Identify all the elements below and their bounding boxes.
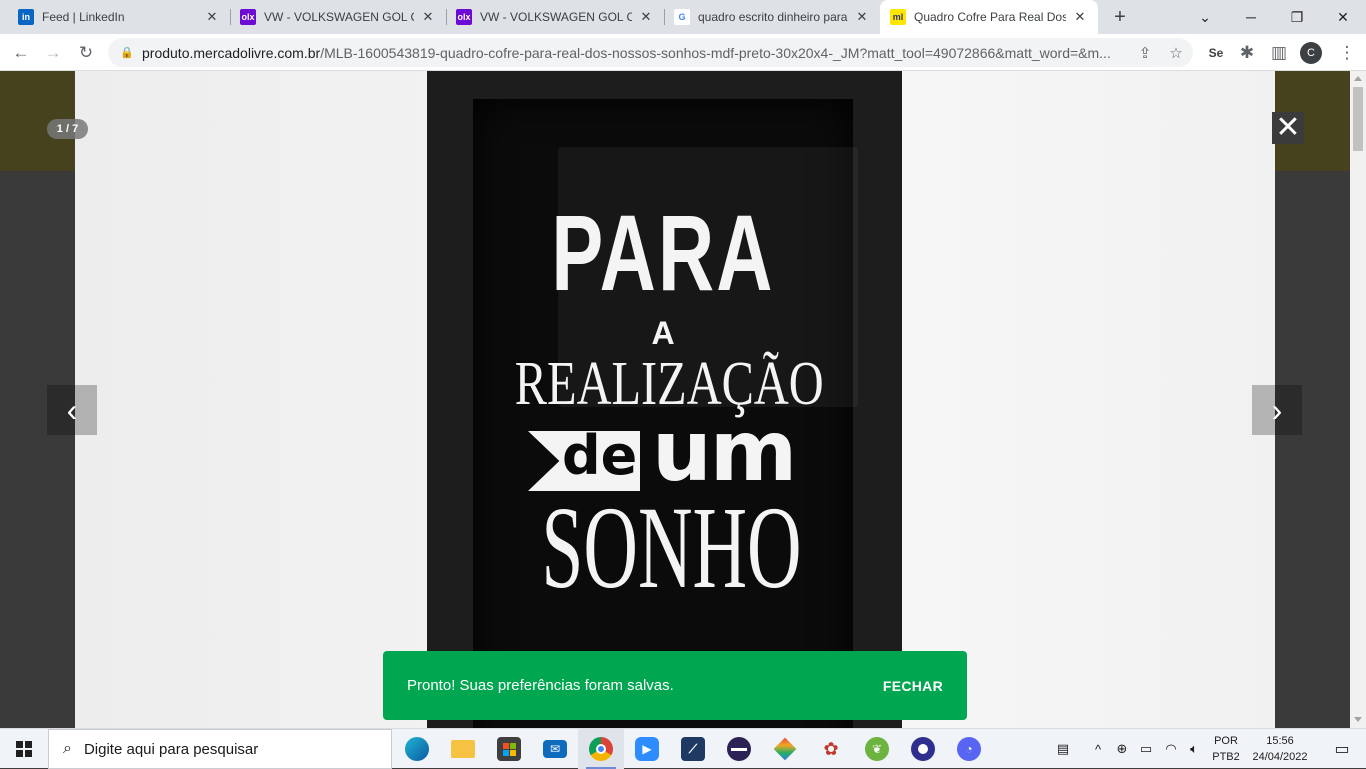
language-code: POR	[1214, 735, 1238, 747]
frame-interior: PARA A REALIZAÇÃO de um SONHO	[473, 99, 858, 728]
back-arrow-icon[interactable]: ←	[8, 40, 34, 66]
previous-image-arrow-icon[interactable]: ‹	[47, 385, 97, 435]
discord-icon[interactable]: ◔	[946, 729, 992, 769]
bookmark-star-icon[interactable]: ☆	[1165, 42, 1187, 64]
system-clock[interactable]: 15:56 24/04/2022	[1246, 733, 1314, 765]
tab-title: quadro escrito dinheiro para	[698, 10, 848, 24]
olx-icon: olx	[456, 9, 472, 25]
toast-message: Pronto! Suas preferências foram salvas.	[407, 677, 674, 694]
notifications-icon[interactable]: ▭	[1318, 729, 1366, 769]
quote-word-um: um	[652, 402, 797, 500]
preferences-saved-toast: Pronto! Suas preferências foram salvas. …	[383, 651, 967, 720]
volume-icon[interactable]: 🔈︎	[1184, 729, 1204, 769]
tab-close-icon[interactable]: ✕	[638, 9, 654, 25]
tab-title: VW - VOLKSWAGEN GOL CLI	[264, 10, 414, 24]
tab-title: VW - VOLKSWAGEN GOL CIT	[480, 10, 632, 24]
menu-kebab-icon[interactable]: ⋮	[1334, 40, 1360, 66]
toast-close-button[interactable]: FECHAR	[883, 678, 943, 694]
zoom-icon[interactable]: ▶	[624, 729, 670, 769]
product-photo: PARA A REALIZAÇÃO de um SONHO	[75, 71, 1275, 728]
tab-olx-2[interactable]: olx VW - VOLKSWAGEN GOL CIT ✕	[446, 0, 664, 34]
browser-toolbar: ← → ↻ 🔒 produto.mercadolivre.com.br/MLB-…	[0, 34, 1366, 71]
tab-close-icon[interactable]: ✕	[854, 9, 870, 25]
url-domain: produto.mercadolivre.com.br	[142, 44, 321, 61]
taskbar-search-placeholder: Digite aqui para pesquisar	[83, 740, 259, 758]
url-path: /MLB-1600543819-quadro-cofre-para-real-d…	[320, 44, 1111, 61]
tab-google[interactable]: G quadro escrito dinheiro para ✕	[664, 0, 880, 34]
maximize-button[interactable]: ❐	[1274, 0, 1320, 34]
store-icon[interactable]	[486, 729, 532, 769]
taskbar-search-box[interactable]: ⌕ Digite aqui para pesquisar	[48, 729, 392, 769]
edge-icon[interactable]	[394, 729, 440, 769]
lock-icon[interactable]: 🔒	[120, 46, 134, 59]
wifi-icon[interactable]: ◠	[1160, 729, 1182, 769]
linkedin-icon: in	[18, 9, 34, 25]
windows-logo-icon	[16, 741, 32, 757]
tab-mercadolivre[interactable]: ml Quadro Cofre Para Real Dos ✕	[880, 0, 1098, 34]
forward-arrow-icon[interactable]: →	[40, 40, 66, 66]
clock-time: 15:56	[1266, 735, 1294, 747]
news-widget-icon[interactable]: ▤	[1048, 729, 1078, 769]
git-icon[interactable]	[762, 729, 808, 769]
file-explorer-icon[interactable]	[440, 729, 486, 769]
chrome-icon[interactable]	[578, 729, 624, 769]
side-panel-icon[interactable]: ▥	[1266, 40, 1292, 66]
quote-line-para: PARA	[551, 192, 775, 313]
mercadolivre-icon: ml	[890, 9, 906, 25]
tab-title: Quadro Cofre Para Real Dos	[914, 10, 1066, 24]
image-counter: 1 / 7	[47, 119, 88, 139]
quote-word-de: de	[562, 424, 638, 487]
tray-chevron-up-icon[interactable]: ^	[1088, 729, 1108, 769]
windows-taskbar: ⌕ Digite aqui para pesquisar ✉ ▶ ⟋ ✿ ❦ ◔…	[0, 728, 1366, 769]
quote-line-a: A	[651, 315, 675, 351]
google-icon: G	[674, 9, 690, 25]
tab-close-icon[interactable]: ✕	[204, 9, 220, 25]
scrollbar-thumb[interactable]	[1353, 87, 1363, 151]
reload-icon[interactable]: ↻	[73, 40, 99, 66]
scroll-up-arrow-icon[interactable]	[1354, 76, 1362, 81]
input-language-indicator[interactable]: POR PTB2	[1208, 733, 1244, 765]
sql-server-icon[interactable]: ⟋	[670, 729, 716, 769]
tab-close-icon[interactable]: ✕	[420, 9, 436, 25]
tab-olx-1[interactable]: olx VW - VOLKSWAGEN GOL CLI ✕	[230, 0, 446, 34]
olx-icon: olx	[240, 9, 256, 25]
paint-icon[interactable]: ✿	[808, 729, 854, 769]
scroll-down-arrow-icon[interactable]	[1354, 717, 1362, 722]
minimize-button[interactable]: ─	[1228, 0, 1274, 34]
app-purple-icon[interactable]	[900, 729, 946, 769]
keyboard-layout: PTB2	[1212, 751, 1240, 763]
tab-close-icon[interactable]: ✕	[1072, 9, 1088, 25]
battery-icon[interactable]: ▭	[1136, 729, 1156, 769]
search-icon: ⌕	[63, 740, 72, 757]
quote-line-sonho: SONHO	[541, 482, 802, 613]
address-bar[interactable]: 🔒 produto.mercadolivre.com.br/MLB-160054…	[108, 38, 1193, 67]
close-window-button[interactable]: ✕	[1320, 0, 1366, 34]
lightbox-close-icon[interactable]: ✕	[1272, 112, 1304, 144]
new-tab-button[interactable]: +	[1108, 5, 1132, 29]
tab-linkedin[interactable]: in Feed | LinkedIn ✕	[8, 0, 230, 34]
share-icon[interactable]: ⇪	[1134, 42, 1156, 64]
eclipse-icon[interactable]	[716, 729, 762, 769]
next-image-arrow-icon[interactable]: ›	[1252, 385, 1302, 435]
profile-avatar[interactable]: C	[1300, 42, 1322, 64]
start-button[interactable]	[0, 729, 48, 769]
page-scrollbar[interactable]	[1350, 71, 1366, 728]
mail-icon[interactable]: ✉	[532, 729, 578, 769]
clock-date: 24/04/2022	[1252, 751, 1308, 763]
picture-frame: PARA A REALIZAÇÃO de um SONHO	[427, 71, 902, 728]
tab-title: Feed | LinkedIn	[42, 10, 125, 24]
url-text: produto.mercadolivre.com.br/MLB-16005438…	[142, 45, 1142, 61]
tab-strip: in Feed | LinkedIn ✕ olx VW - VOLKSWAGEN…	[0, 0, 1366, 34]
meet-now-icon[interactable]: ⊕	[1112, 729, 1132, 769]
extensions-puzzle-icon[interactable]: ✱	[1234, 40, 1260, 66]
page-content: PARA A REALIZAÇÃO de um SONHO 1 / 7 ✕ ‹ …	[0, 71, 1350, 728]
extension-selenium-icon[interactable]: Se	[1203, 40, 1229, 66]
tab-search-button[interactable]: ⌄	[1182, 0, 1228, 34]
spring-icon[interactable]: ❦	[854, 729, 900, 769]
